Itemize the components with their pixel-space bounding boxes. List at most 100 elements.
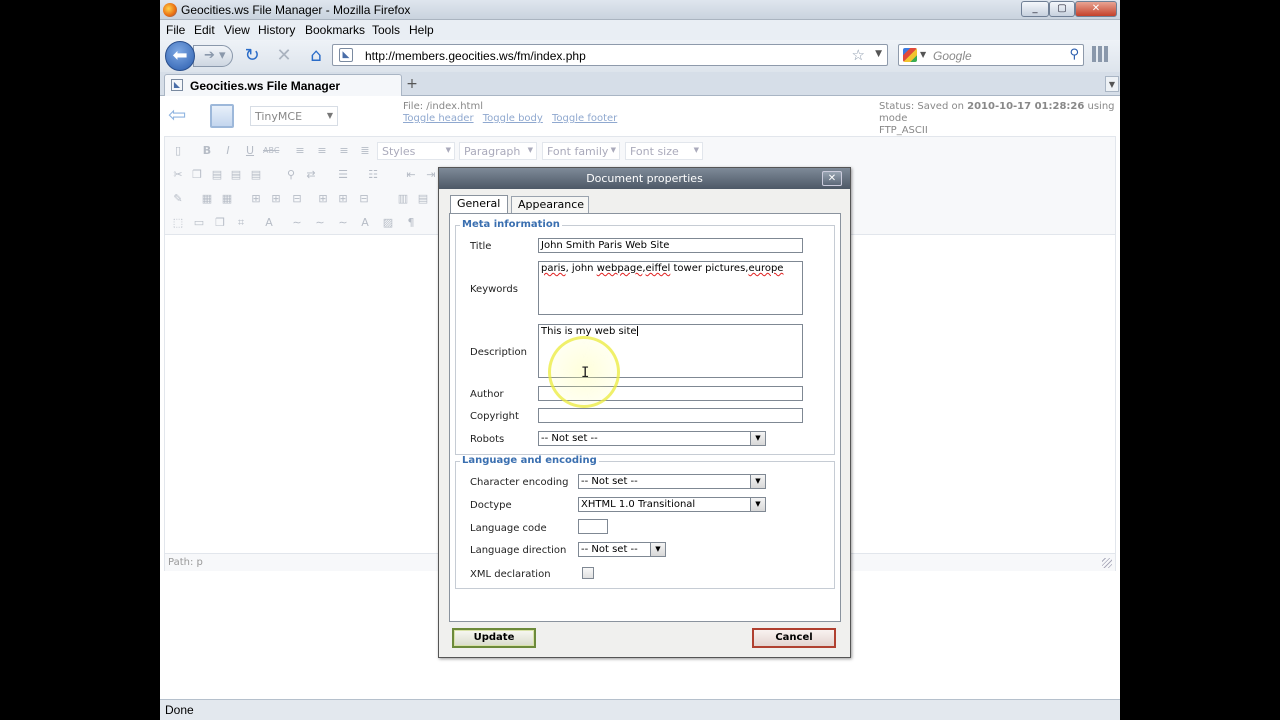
outdent-icon[interactable]: ⇤ — [403, 167, 419, 183]
reload-icon[interactable]: ↻ — [241, 45, 263, 67]
table-icon[interactable]: ▦ — [199, 191, 215, 207]
copy-format-icon[interactable]: ❐ — [212, 215, 228, 231]
url-history-dropdown-icon[interactable]: ▼ — [875, 49, 882, 59]
paragraph-select[interactable]: Paragraph ▼ — [459, 142, 537, 160]
google-search-engine-icon[interactable] — [903, 48, 917, 62]
back-button[interactable]: ⬅ — [165, 41, 195, 71]
abbr-icon[interactable]: ∼ — [289, 215, 305, 231]
delete-col-icon[interactable]: ⊟ — [356, 191, 372, 207]
align-right-icon[interactable]: ≡ — [336, 143, 352, 159]
editor-select[interactable]: TinyMCE ▼ — [250, 106, 338, 126]
home-icon[interactable]: ⌂ — [305, 45, 327, 67]
keywords-label: Keywords — [470, 284, 518, 295]
save-icon[interactable] — [210, 104, 234, 128]
bold-icon[interactable]: B — [199, 143, 215, 159]
robots-select[interactable]: -- Not set -- ▼ — [538, 431, 766, 446]
select-all-icon[interactable]: ⬚ — [170, 215, 186, 231]
acronym-icon[interactable]: ∼ — [312, 215, 328, 231]
doctype-select[interactable]: XHTML 1.0 Transitional ▼ — [578, 497, 766, 512]
menu-bookmarks[interactable]: Bookmarks — [305, 23, 365, 37]
menu-file[interactable]: File — [166, 23, 185, 37]
xml-declaration-checkbox[interactable] — [582, 567, 594, 579]
menu-tools[interactable]: Tools — [372, 23, 400, 37]
toggle-body-link[interactable]: Toggle body — [483, 113, 543, 124]
toggle-footer-link[interactable]: Toggle footer — [552, 113, 617, 124]
cancel-button[interactable]: Cancel — [752, 628, 836, 648]
col-before-icon[interactable]: ⊞ — [315, 191, 331, 207]
bookmark-star-icon[interactable]: ☆ — [852, 46, 865, 64]
styles-select[interactable]: Styles ▼ — [377, 142, 455, 160]
insert-text-icon[interactable]: A — [261, 215, 277, 231]
forward-button[interactable]: ➔ ▾ — [193, 45, 233, 67]
delete-row-icon[interactable]: ⊟ — [289, 191, 305, 207]
font-color-icon[interactable]: A — [357, 215, 373, 231]
row-before-icon[interactable]: ⊞ — [248, 191, 264, 207]
search-engine-dropdown-icon[interactable]: ▼ — [920, 50, 926, 59]
back-arrow-icon[interactable]: ⇦ — [168, 105, 192, 128]
table-props-icon[interactable]: ▦ — [219, 191, 235, 207]
language-code-field[interactable] — [578, 519, 608, 534]
menu-history[interactable]: History — [258, 23, 295, 37]
ins-icon[interactable]: ∼ — [335, 215, 351, 231]
bullet-list-icon[interactable]: ☰ — [335, 167, 351, 183]
replace-icon[interactable]: ⇄ — [303, 167, 319, 183]
stop-icon[interactable]: ✕ — [273, 45, 295, 67]
language-direction-select[interactable]: -- Not set -- ▼ — [578, 542, 666, 557]
url-bar[interactable]: ◣ http://members.geocities.ws/fm/index.p… — [332, 44, 888, 66]
paste-word-icon[interactable]: ▤ — [248, 167, 264, 183]
strikethrough-icon[interactable]: ABC — [263, 143, 279, 159]
keywords-field[interactable]: paris, john webpage,eiffel tower picture… — [538, 261, 803, 315]
crop-icon[interactable]: ⌗ — [233, 215, 249, 231]
paste-text-icon[interactable]: ▤ — [228, 167, 244, 183]
indent-icon[interactable]: ⇥ — [423, 167, 439, 183]
align-justify-icon[interactable]: ≣ — [357, 143, 373, 159]
menu-help[interactable]: Help — [409, 23, 434, 37]
clipboard-icon[interactable]: ▭ — [191, 215, 207, 231]
cut-icon[interactable]: ✂ — [170, 167, 186, 183]
new-tab-button[interactable]: + — [400, 75, 424, 94]
character-encoding-select[interactable]: -- Not set -- ▼ — [578, 474, 766, 489]
font-size-select[interactable]: Font size ▼ — [625, 142, 703, 160]
site-identity-icon[interactable]: ◣ — [339, 48, 353, 62]
copy-icon[interactable]: ❐ — [189, 167, 205, 183]
search-bar[interactable]: ▼ Google ⚲ — [898, 44, 1084, 66]
addon-grid-icon[interactable] — [1092, 46, 1110, 62]
italic-icon[interactable]: I — [220, 143, 236, 159]
update-button[interactable]: Update — [452, 628, 536, 648]
keywords-word: tower pictures, — [670, 263, 749, 274]
close-window-button[interactable]: ✕ — [1075, 1, 1117, 17]
col-after-icon[interactable]: ⊞ — [335, 191, 351, 207]
maximize-button[interactable]: ▢ — [1049, 1, 1075, 17]
find-icon[interactable]: ⚲ — [283, 167, 299, 183]
resize-grip-icon[interactable] — [1102, 558, 1112, 568]
image-icon[interactable]: ▨ — [380, 215, 396, 231]
tab-file-manager[interactable]: ◣ Geocities.ws File Manager — [164, 74, 402, 96]
dialog-close-button[interactable]: ✕ — [822, 171, 842, 186]
align-center-icon[interactable]: ≡ — [314, 143, 330, 159]
align-left-icon[interactable]: ≡ — [292, 143, 308, 159]
tab-list-button[interactable]: ▼ — [1105, 76, 1119, 92]
language-direction-label: Language direction — [470, 545, 567, 556]
font-family-select[interactable]: Font family ▼ — [542, 142, 620, 160]
robots-label: Robots — [470, 434, 505, 445]
split-cells-icon[interactable]: ▥ — [395, 191, 411, 207]
copyright-field[interactable] — [538, 408, 803, 423]
keywords-word: , john — [565, 263, 597, 274]
tab-appearance[interactable]: Appearance — [511, 196, 589, 213]
menu-view[interactable]: View — [224, 23, 250, 37]
search-icon[interactable]: ⚲ — [1069, 47, 1079, 62]
title-field[interactable]: John Smith Paris Web Site — [538, 238, 803, 253]
paragraph-mark-icon[interactable]: ¶ — [403, 215, 419, 231]
paste-icon[interactable]: ▤ — [209, 167, 225, 183]
numbered-list-icon[interactable]: ☷ — [365, 167, 381, 183]
menu-edit[interactable]: Edit — [194, 23, 215, 37]
minimize-button[interactable]: _ — [1021, 1, 1049, 17]
new-document-icon[interactable]: ▯ — [170, 143, 186, 159]
tab-general[interactable]: General — [450, 195, 508, 214]
keywords-word: eiffel — [645, 263, 671, 274]
row-after-icon[interactable]: ⊞ — [268, 191, 284, 207]
merge-cells-icon[interactable]: ▤ — [415, 191, 431, 207]
toggle-header-link[interactable]: Toggle header — [403, 113, 474, 124]
underline-icon[interactable]: U — [242, 143, 258, 159]
edit-icon[interactable]: ✎ — [170, 191, 186, 207]
